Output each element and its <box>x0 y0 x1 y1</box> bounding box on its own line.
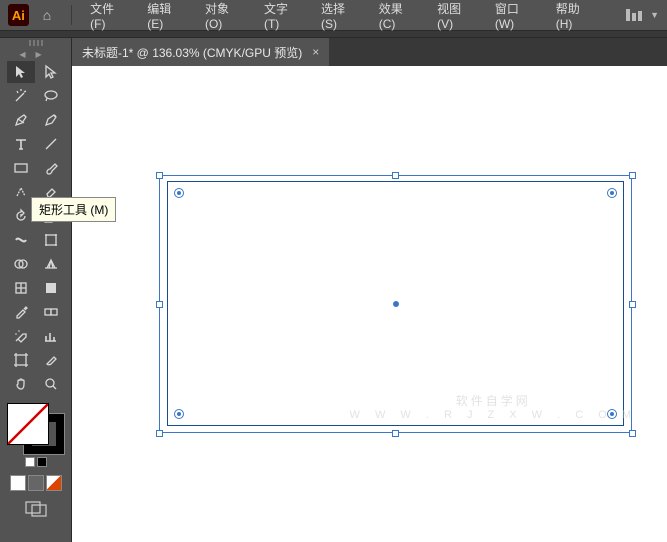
handle-e[interactable] <box>629 301 636 308</box>
handle-se[interactable] <box>629 430 636 437</box>
none-mode[interactable] <box>46 475 62 491</box>
workspace-switcher-icon[interactable] <box>626 9 642 21</box>
slice-tool[interactable] <box>37 349 65 371</box>
fill-swatch[interactable] <box>7 403 49 445</box>
anchor-ne[interactable] <box>607 188 617 198</box>
menu-view[interactable]: 视图(V) <box>429 0 483 34</box>
handle-s[interactable] <box>392 430 399 437</box>
swap-default-swatch[interactable] <box>25 457 47 467</box>
gradient-mode[interactable] <box>28 475 44 491</box>
gradient-tool[interactable] <box>37 277 65 299</box>
menu-help[interactable]: 帮助(H) <box>548 0 602 34</box>
menu-bar: Ai ⌂ 文件(F) 编辑(E) 对象(O) 文字(T) 选择(S) 效果(C)… <box>0 0 667 30</box>
collapse-arrows-icon[interactable]: ◀▶ <box>19 50 51 59</box>
home-icon[interactable]: ⌂ <box>43 7 51 23</box>
menu-edit[interactable]: 编辑(E) <box>139 0 193 34</box>
shape-builder-tool[interactable] <box>7 253 35 275</box>
handle-w[interactable] <box>156 301 163 308</box>
color-mode[interactable] <box>10 475 26 491</box>
handle-nw[interactable] <box>156 172 163 179</box>
menu-file[interactable]: 文件(F) <box>82 0 135 34</box>
curvature-tool[interactable] <box>37 109 65 131</box>
magic-wand-tool[interactable] <box>7 85 35 107</box>
column-graph-tool[interactable] <box>37 325 65 347</box>
zoom-tool[interactable] <box>37 373 65 395</box>
fill-stroke-swatch[interactable] <box>7 403 65 455</box>
menu-window[interactable]: 窗口(W) <box>487 0 544 34</box>
blend-tool[interactable] <box>37 301 65 323</box>
panel-grip[interactable] <box>18 40 54 46</box>
document-tab[interactable]: 未标题-1* @ 136.03% (CMYK/GPU 预览) × <box>72 38 329 66</box>
handle-ne[interactable] <box>629 172 636 179</box>
menu-effect[interactable]: 效果(C) <box>371 0 425 34</box>
chevron-down-icon[interactable]: ▼ <box>650 10 659 20</box>
pen-tool[interactable] <box>7 109 35 131</box>
anchor-sw[interactable] <box>174 409 184 419</box>
center-point <box>393 301 399 307</box>
tab-title: 未标题-1* @ 136.03% (CMYK/GPU 预览) <box>82 44 302 61</box>
menu-type[interactable]: 文字(T) <box>256 0 309 34</box>
close-icon[interactable]: × <box>312 45 319 59</box>
lasso-tool[interactable] <box>37 85 65 107</box>
paintbrush-tool[interactable] <box>37 157 65 179</box>
type-tool[interactable] <box>7 133 35 155</box>
line-tool[interactable] <box>37 133 65 155</box>
app-logo: Ai <box>8 4 29 26</box>
screen-mode-icon[interactable] <box>25 501 47 520</box>
watermark: 软件自学网 W W W . R J Z X W . C O M <box>350 394 637 422</box>
free-transform-tool[interactable] <box>37 229 65 251</box>
document-area: 未标题-1* @ 136.03% (CMYK/GPU 预览) × 软件自学网 W… <box>72 38 667 542</box>
anchor-nw[interactable] <box>174 188 184 198</box>
handle-n[interactable] <box>392 172 399 179</box>
eyedropper-tool[interactable] <box>7 301 35 323</box>
watermark-line2: W W W . R J Z X W . C O M <box>350 409 637 422</box>
selection-tool[interactable] <box>7 61 35 83</box>
separator <box>71 5 72 25</box>
handle-sw[interactable] <box>156 430 163 437</box>
draw-modes <box>10 475 62 491</box>
hand-tool[interactable] <box>7 373 35 395</box>
direct-selection-tool[interactable] <box>37 61 65 83</box>
menu-select[interactable]: 选择(S) <box>313 0 367 34</box>
menu-object[interactable]: 对象(O) <box>197 0 252 34</box>
rectangle-tool[interactable] <box>7 157 35 179</box>
width-tool[interactable] <box>7 229 35 251</box>
mesh-tool[interactable] <box>7 277 35 299</box>
toolbox: ◀▶ <box>0 38 72 542</box>
symbol-sprayer-tool[interactable] <box>7 325 35 347</box>
perspective-grid-tool[interactable] <box>37 253 65 275</box>
watermark-line1: 软件自学网 <box>350 394 637 408</box>
canvas[interactable]: 软件自学网 W W W . R J Z X W . C O M <box>72 66 667 542</box>
tool-tooltip: 矩形工具 (M) <box>31 197 116 222</box>
artboard-tool[interactable] <box>7 349 35 371</box>
tab-bar: 未标题-1* @ 136.03% (CMYK/GPU 预览) × <box>72 38 667 66</box>
